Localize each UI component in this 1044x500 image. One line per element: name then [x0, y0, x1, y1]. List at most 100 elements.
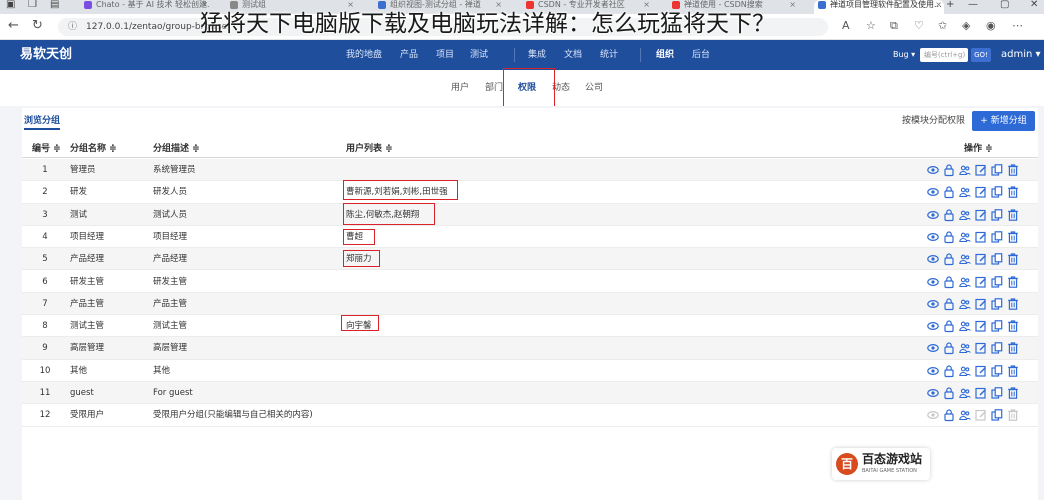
subnav-item[interactable]: 公司 [585, 70, 603, 106]
edit-icon[interactable] [975, 252, 987, 266]
browser-tab[interactable]: 禅道项目管理软件配置及使用... × [814, 0, 944, 14]
edit-icon[interactable] [975, 208, 987, 222]
header-users[interactable]: 用户列表 ≑ [346, 140, 393, 158]
copy-icon[interactable] [991, 364, 1003, 378]
lock-icon[interactable] [943, 208, 955, 222]
lock-icon[interactable] [943, 386, 955, 400]
users-icon[interactable] [959, 163, 971, 177]
search-input[interactable]: 编号(ctrl+g) [920, 48, 968, 62]
reload-icon[interactable]: ↻ [32, 18, 43, 34]
lock-icon[interactable] [943, 230, 955, 244]
close-window-icon[interactable]: ✕ [1030, 0, 1038, 10]
copy-icon[interactable] [991, 408, 1003, 422]
users-icon[interactable] [959, 208, 971, 222]
delete-icon[interactable] [1007, 252, 1019, 266]
minimize-icon[interactable]: — [968, 0, 978, 10]
copy-icon[interactable] [991, 208, 1003, 222]
delete-icon[interactable] [1007, 386, 1019, 400]
view-icon[interactable] [927, 275, 939, 289]
nav-item[interactable]: 集成 [528, 40, 546, 70]
delete-icon[interactable] [1007, 297, 1019, 311]
lock-icon[interactable] [943, 341, 955, 355]
delete-icon[interactable] [1007, 163, 1019, 177]
nav-item[interactable]: 文档 [564, 40, 582, 70]
view-icon[interactable] [927, 341, 939, 355]
tab-actions-icon[interactable]: ❐ [28, 0, 37, 10]
view-icon[interactable] [927, 364, 939, 378]
favorite-icon[interactable]: ☆ [866, 19, 876, 33]
copy-icon[interactable] [991, 230, 1003, 244]
users-icon[interactable] [959, 275, 971, 289]
assign-by-module-link[interactable]: 按模块分配权限 [902, 114, 965, 128]
add-group-button[interactable]: + 新增分组 [972, 111, 1035, 131]
edit-icon[interactable] [975, 319, 987, 333]
copilot-icon[interactable]: ◈ [962, 19, 970, 33]
header-id[interactable]: 编号 ≑ [32, 140, 61, 158]
edit-icon[interactable] [975, 230, 987, 244]
view-icon[interactable] [927, 208, 939, 222]
browse-group-tab[interactable]: 浏览分组 [24, 114, 61, 130]
delete-icon[interactable] [1007, 364, 1019, 378]
lock-icon[interactable] [943, 319, 955, 333]
copy-icon[interactable] [991, 386, 1003, 400]
delete-icon[interactable] [1007, 275, 1019, 289]
copy-icon[interactable] [991, 252, 1003, 266]
site-info-icon[interactable]: ⓘ [68, 18, 77, 36]
subnav-item[interactable]: 部门 [485, 70, 503, 106]
lock-icon[interactable] [943, 163, 955, 177]
header-desc[interactable]: 分组描述 ≑ [153, 140, 200, 158]
tab-close-icon[interactable]: × [789, 0, 796, 10]
edit-icon[interactable] [975, 275, 987, 289]
edit-icon[interactable] [975, 297, 987, 311]
view-icon[interactable] [927, 163, 939, 177]
search-type-select[interactable]: Bug ▾ [893, 48, 915, 62]
copy-icon[interactable] [991, 163, 1003, 177]
view-icon[interactable] [927, 185, 939, 199]
nav-item[interactable]: 项目 [436, 40, 454, 70]
new-tab-icon[interactable]: + [946, 0, 954, 10]
vertical-tabs-icon[interactable]: ▤ [50, 0, 59, 10]
nav-item[interactable]: 统计 [600, 40, 618, 70]
edit-icon[interactable] [975, 386, 987, 400]
more-icon[interactable]: ⋯ [1012, 19, 1023, 33]
collections-icon[interactable]: ♡ [914, 19, 924, 33]
view-icon[interactable] [927, 297, 939, 311]
nav-item[interactable]: 我的地盘 [346, 40, 382, 70]
lock-icon[interactable] [943, 297, 955, 311]
app-logo[interactable]: 易软天创 [20, 40, 72, 70]
go-button[interactable]: GO! [971, 48, 991, 62]
users-icon[interactable] [959, 230, 971, 244]
users-icon[interactable] [959, 386, 971, 400]
copy-icon[interactable] [991, 275, 1003, 289]
favorites-bar-icon[interactable]: ✩ [938, 19, 947, 33]
users-icon[interactable] [959, 297, 971, 311]
view-icon[interactable] [927, 230, 939, 244]
header-ops[interactable]: 操作 ≑ [964, 140, 993, 158]
copy-icon[interactable] [991, 185, 1003, 199]
view-icon[interactable] [927, 252, 939, 266]
maximize-icon[interactable]: ▢ [1000, 0, 1009, 10]
users-icon[interactable] [959, 364, 971, 378]
lock-icon[interactable] [943, 185, 955, 199]
lock-icon[interactable] [943, 252, 955, 266]
delete-icon[interactable] [1007, 341, 1019, 355]
nav-item[interactable]: 后台 [692, 40, 710, 70]
browser-menu-icon[interactable]: ▣ [6, 0, 15, 10]
users-icon[interactable] [959, 185, 971, 199]
users-icon[interactable] [959, 319, 971, 333]
lock-icon[interactable] [943, 275, 955, 289]
copy-icon[interactable] [991, 297, 1003, 311]
subnav-item[interactable]: 用户 [451, 70, 469, 106]
users-icon[interactable] [959, 252, 971, 266]
users-icon[interactable] [959, 408, 971, 422]
view-icon[interactable] [927, 319, 939, 333]
profile-icon[interactable]: ◉ [986, 19, 996, 33]
header-name[interactable]: 分组名称 ≑ [70, 140, 117, 158]
user-menu[interactable]: admin ▾ [1001, 40, 1041, 70]
browser-tab[interactable]: Chato - 基于 AI 技术 轻松创建... × [80, 0, 210, 14]
delete-icon[interactable] [1007, 230, 1019, 244]
edit-icon[interactable] [975, 185, 987, 199]
delete-icon[interactable] [1007, 208, 1019, 222]
view-icon[interactable] [927, 386, 939, 400]
delete-icon[interactable] [1007, 319, 1019, 333]
